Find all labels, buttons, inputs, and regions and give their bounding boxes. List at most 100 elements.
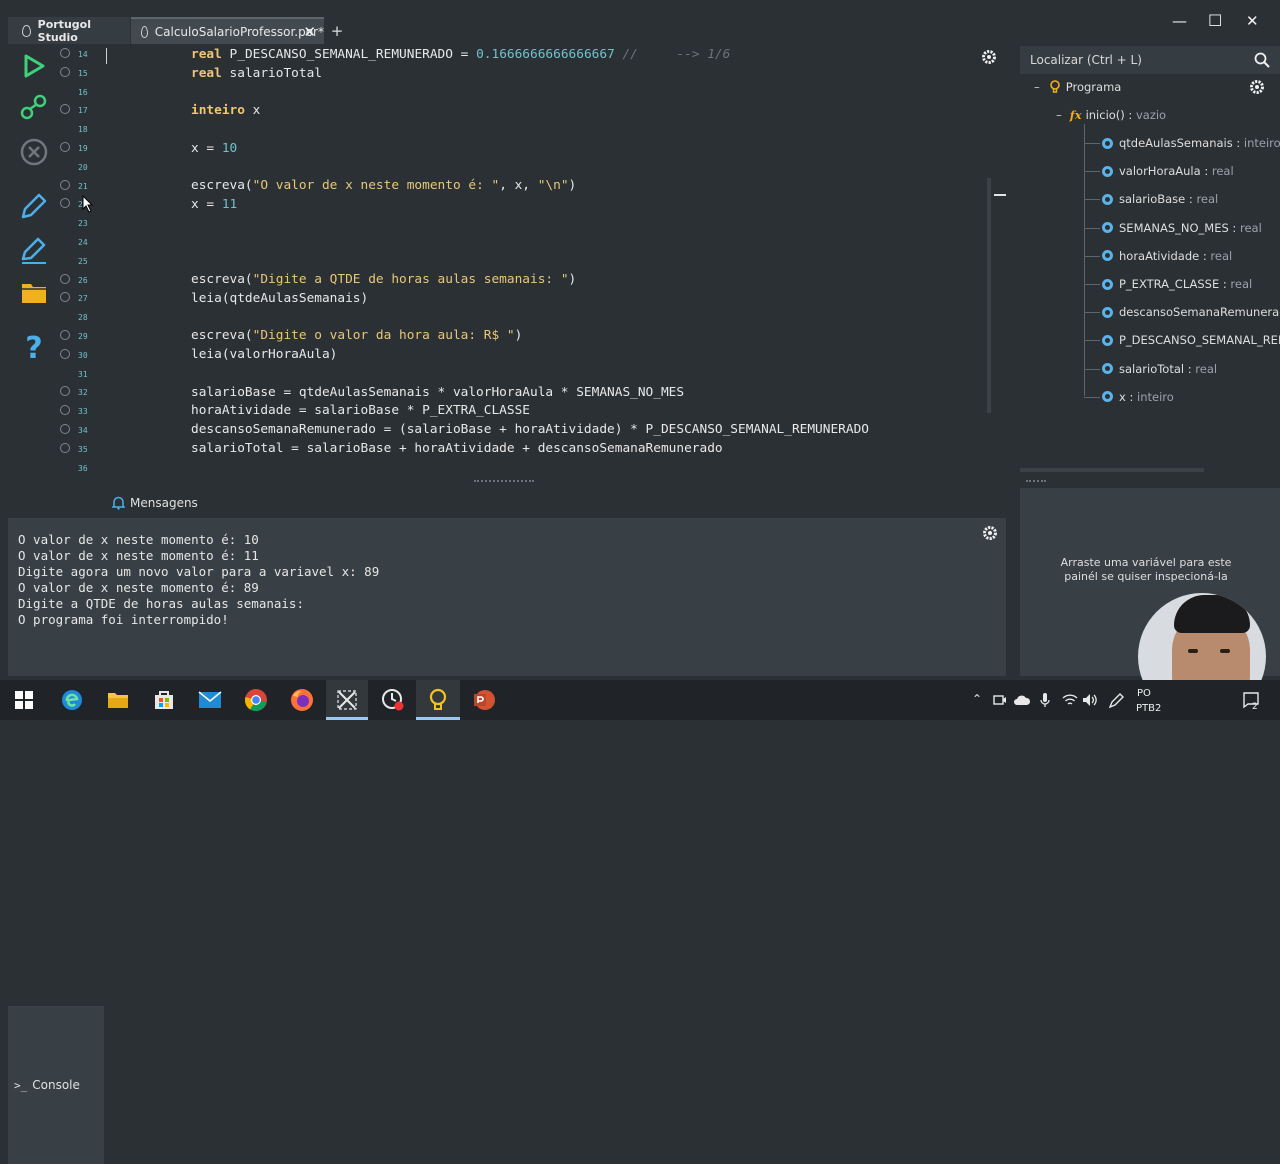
taskbar-snipping[interactable] — [335, 688, 359, 712]
taskbar-portugol[interactable] — [426, 688, 450, 712]
breakpoint-icon[interactable] — [60, 179, 70, 190]
search-icon[interactable] — [1254, 52, 1270, 68]
language-indicator[interactable]: PO — [1137, 688, 1151, 699]
splitter-grip[interactable] — [1026, 480, 1046, 482]
tray-chevron-icon[interactable]: ⌃ — [972, 692, 982, 706]
close-window-button[interactable]: ✕ — [1246, 12, 1259, 30]
taskbar-chrome[interactable] — [244, 688, 268, 712]
code-line[interactable]: salarioBase = qtdeAulasSemanais * valorH… — [191, 384, 684, 402]
gutter-line[interactable]: 30 — [58, 347, 104, 365]
pen-icon[interactable] — [1108, 693, 1124, 709]
tree-variable[interactable]: salarioTotal : real — [1102, 360, 1217, 378]
breakpoint-icon[interactable] — [60, 292, 70, 303]
taskbar-powerpoint[interactable] — [472, 688, 496, 712]
code-line[interactable]: x = 10 — [191, 140, 237, 158]
code-line[interactable]: escreva("Digite o valor da hora aula: R$… — [191, 327, 522, 345]
gutter-line[interactable]: 15 — [58, 65, 104, 83]
gutter-line[interactable]: 14 — [58, 46, 104, 64]
gutter-line[interactable]: 19 — [58, 140, 104, 158]
tree-root-programa[interactable]: – Programa — [1034, 78, 1121, 96]
console-output[interactable]: O valor de x neste momento é: 10 O valor … — [8, 518, 1006, 676]
new-tab-button[interactable]: + — [326, 17, 348, 44]
code-line[interactable]: x = 11 — [191, 196, 237, 214]
gutter-line[interactable]: 23 — [58, 215, 104, 233]
tree-variable[interactable]: horaAtividade : real — [1102, 247, 1232, 265]
tab-portugol-studio[interactable]: Portugol Studio — [8, 17, 130, 44]
maximize-button[interactable]: ☐ — [1208, 11, 1222, 30]
wifi-icon[interactable] — [1062, 693, 1078, 707]
breakpoint-icon[interactable] — [60, 142, 70, 152]
gutter-line[interactable]: 33 — [58, 403, 104, 421]
editor-scrollbar[interactable] — [987, 178, 991, 413]
gutter-line[interactable]: 36 — [58, 460, 104, 478]
breakpoint-icon[interactable] — [60, 104, 70, 115]
microphone-icon[interactable] — [1040, 692, 1050, 708]
code-line[interactable]: escreva("O valor de x neste momento é: "… — [191, 177, 576, 195]
taskbar-edge[interactable] — [60, 688, 84, 712]
taskbar-recorder[interactable] — [381, 688, 405, 712]
collapse-icon[interactable]: – — [1056, 108, 1062, 122]
run-button[interactable] — [18, 50, 50, 82]
tree-variable[interactable]: P_DESCANSO_SEMANAL_REM — [1102, 331, 1280, 349]
code-line[interactable]: real P_DESCANSO_SEMANAL_REMUNERADO = 0.1… — [191, 46, 730, 64]
code-line[interactable]: leia(qtdeAulasSemanais) — [191, 290, 368, 308]
code-line[interactable]: horaAtividade = salarioBase * P_EXTRA_CL… — [191, 402, 530, 420]
tree-variable[interactable]: SEMANAS_NO_MES : real — [1102, 219, 1262, 237]
tab-messages[interactable]: Mensagens — [106, 488, 226, 518]
tray-meet-icon[interactable] — [993, 693, 1007, 707]
gutter-line[interactable]: 26 — [58, 272, 104, 290]
volume-icon[interactable] — [1082, 693, 1098, 707]
code-editor[interactable]: real P_DESCANSO_SEMANAL_REMUNERADO = 0.1… — [104, 44, 1016, 474]
gutter-line[interactable]: 35 — [58, 441, 104, 459]
tree-variable[interactable]: descansoSemanaRemunerado — [1102, 303, 1280, 321]
gutter-line[interactable]: 31 — [58, 366, 104, 384]
gutter-line[interactable]: 22 — [58, 196, 104, 214]
help-button[interactable]: ? — [18, 331, 50, 366]
gutter-line[interactable]: 24 — [58, 234, 104, 252]
console-settings-button[interactable] — [981, 524, 999, 546]
tab-file[interactable]: CalculoSalarioProfessor.por* ✕ — [131, 17, 324, 44]
taskbar-explorer[interactable] — [106, 688, 130, 712]
code-line[interactable]: leia(valorHoraAula) — [191, 346, 337, 364]
taskbar-store[interactable] — [152, 688, 176, 712]
gutter-line[interactable]: 18 — [58, 121, 104, 139]
minimize-button[interactable]: — — [1172, 12, 1187, 30]
breakpoint-icon[interactable] — [60, 198, 70, 209]
gutter-line[interactable]: 27 — [58, 290, 104, 308]
outline-settings-button[interactable] — [1248, 78, 1266, 100]
gutter-line[interactable]: 20 — [58, 159, 104, 177]
gutter-line[interactable]: 28 — [58, 309, 104, 327]
taskbar-firefox[interactable] — [290, 688, 314, 712]
breakpoint-icon[interactable] — [60, 273, 70, 284]
save-as-button[interactable] — [18, 234, 50, 266]
breakpoint-icon[interactable] — [60, 424, 70, 434]
gutter-line[interactable]: 25 — [58, 253, 104, 271]
gutter-line[interactable]: 17 — [58, 102, 104, 120]
code-line[interactable]: descansoSemanaRemunerado = (salarioBase … — [191, 421, 869, 439]
tab-console[interactable]: >_ Console — [8, 1006, 104, 1164]
breakpoint-icon[interactable] — [60, 48, 70, 58]
gutter-line[interactable]: 29 — [58, 328, 104, 346]
onedrive-icon[interactable] — [1014, 694, 1030, 706]
tree-variable[interactable]: qtdeAulasSemanais : inteiro — [1102, 134, 1280, 152]
code-line[interactable]: escreva("Digite a QTDE de horas aulas se… — [191, 271, 576, 289]
code-line[interactable]: inteiro x — [191, 102, 260, 120]
tree-variable[interactable]: valorHoraAula : real — [1102, 162, 1234, 180]
gutter-line[interactable]: 21 — [58, 178, 104, 196]
breakpoint-icon[interactable] — [60, 405, 70, 416]
splitter-grip[interactable] — [474, 480, 534, 482]
tree-function-inicio[interactable]: – fx inicio() : vazio — [1056, 106, 1166, 124]
breakpoint-icon[interactable] — [60, 442, 70, 453]
collapse-icon[interactable]: – — [1034, 80, 1040, 94]
panel-splitter[interactable] — [0, 476, 1016, 488]
taskbar-mail[interactable] — [198, 688, 222, 712]
keyboard-layout[interactable]: PTB2 — [1136, 703, 1161, 714]
tree-variable[interactable]: P_EXTRA_CLASSE : real — [1102, 275, 1252, 293]
gutter-line[interactable]: 16 — [58, 84, 104, 102]
tree-variable[interactable]: x : inteiro — [1102, 388, 1174, 406]
step-button[interactable] — [18, 91, 50, 123]
outline-hscrollbar[interactable] — [1020, 468, 1204, 472]
code-line[interactable]: real salarioTotal — [191, 65, 322, 83]
open-file-button[interactable] — [18, 277, 50, 309]
close-tab-icon[interactable]: ✕ — [303, 23, 316, 41]
